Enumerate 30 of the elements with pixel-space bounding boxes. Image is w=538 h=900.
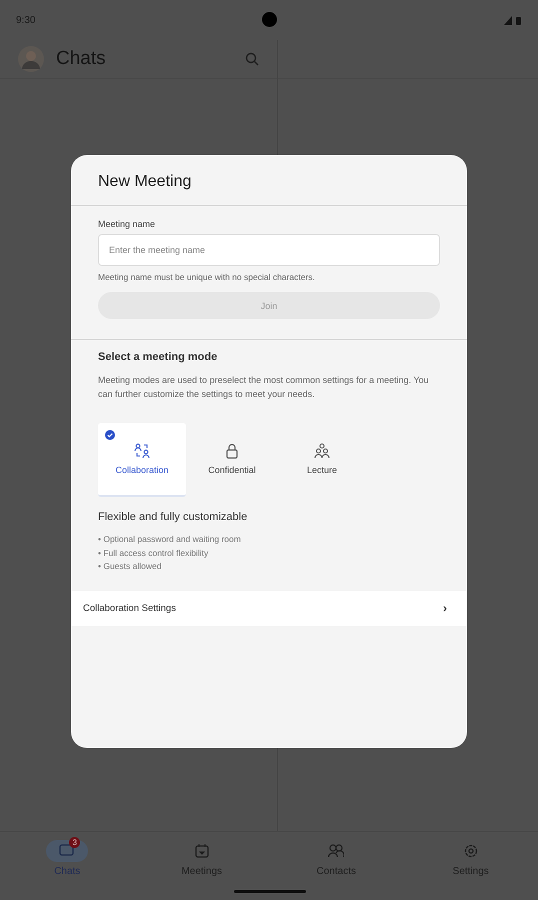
people-icon xyxy=(328,844,344,858)
collaboration-icon xyxy=(134,443,150,459)
field-hint: Meeting name must be unique with no special characters. xyxy=(98,272,316,282)
feature-item: • Full access control flexibility xyxy=(98,546,210,560)
chat-icon xyxy=(59,844,76,858)
feature-item: • Optional password and waiting room xyxy=(98,533,242,546)
mode-option[interactable]: Collaboration xyxy=(98,423,186,497)
home-indicator[interactable] xyxy=(234,890,306,893)
chevron-icon: › xyxy=(443,601,447,615)
lock-icon xyxy=(225,443,239,459)
settings-icon xyxy=(464,844,478,858)
mode-title: Flexible and fully customizable xyxy=(98,511,248,523)
unread-badge: 3 xyxy=(69,837,80,848)
avatar[interactable] xyxy=(18,46,44,72)
section-description: Meeting modes are used to preselect the most common settings for a meeting. You can further customize the settings to meet your needs. xyxy=(98,374,430,401)
screen-title: Chats xyxy=(56,48,106,70)
settings-row[interactable]: Collaboration Settings › xyxy=(71,590,467,626)
mode-option[interactable]: Confidential xyxy=(188,423,276,495)
audience-icon xyxy=(314,443,330,459)
dialog-title: New Meeting xyxy=(71,155,467,206)
field-label: Meeting name xyxy=(98,219,156,229)
signal-icon xyxy=(504,16,522,24)
meeting-name-field[interactable]: Enter the meeting name xyxy=(98,234,440,266)
feature-item: • Guests allowed xyxy=(98,560,162,573)
calendar-icon xyxy=(194,844,209,858)
camera-icon xyxy=(262,12,277,27)
check-icon xyxy=(105,430,115,440)
search-icon[interactable] xyxy=(245,52,259,66)
section-title: Select a meeting mode xyxy=(98,351,218,363)
mode-option[interactable]: Lecture xyxy=(278,423,366,495)
